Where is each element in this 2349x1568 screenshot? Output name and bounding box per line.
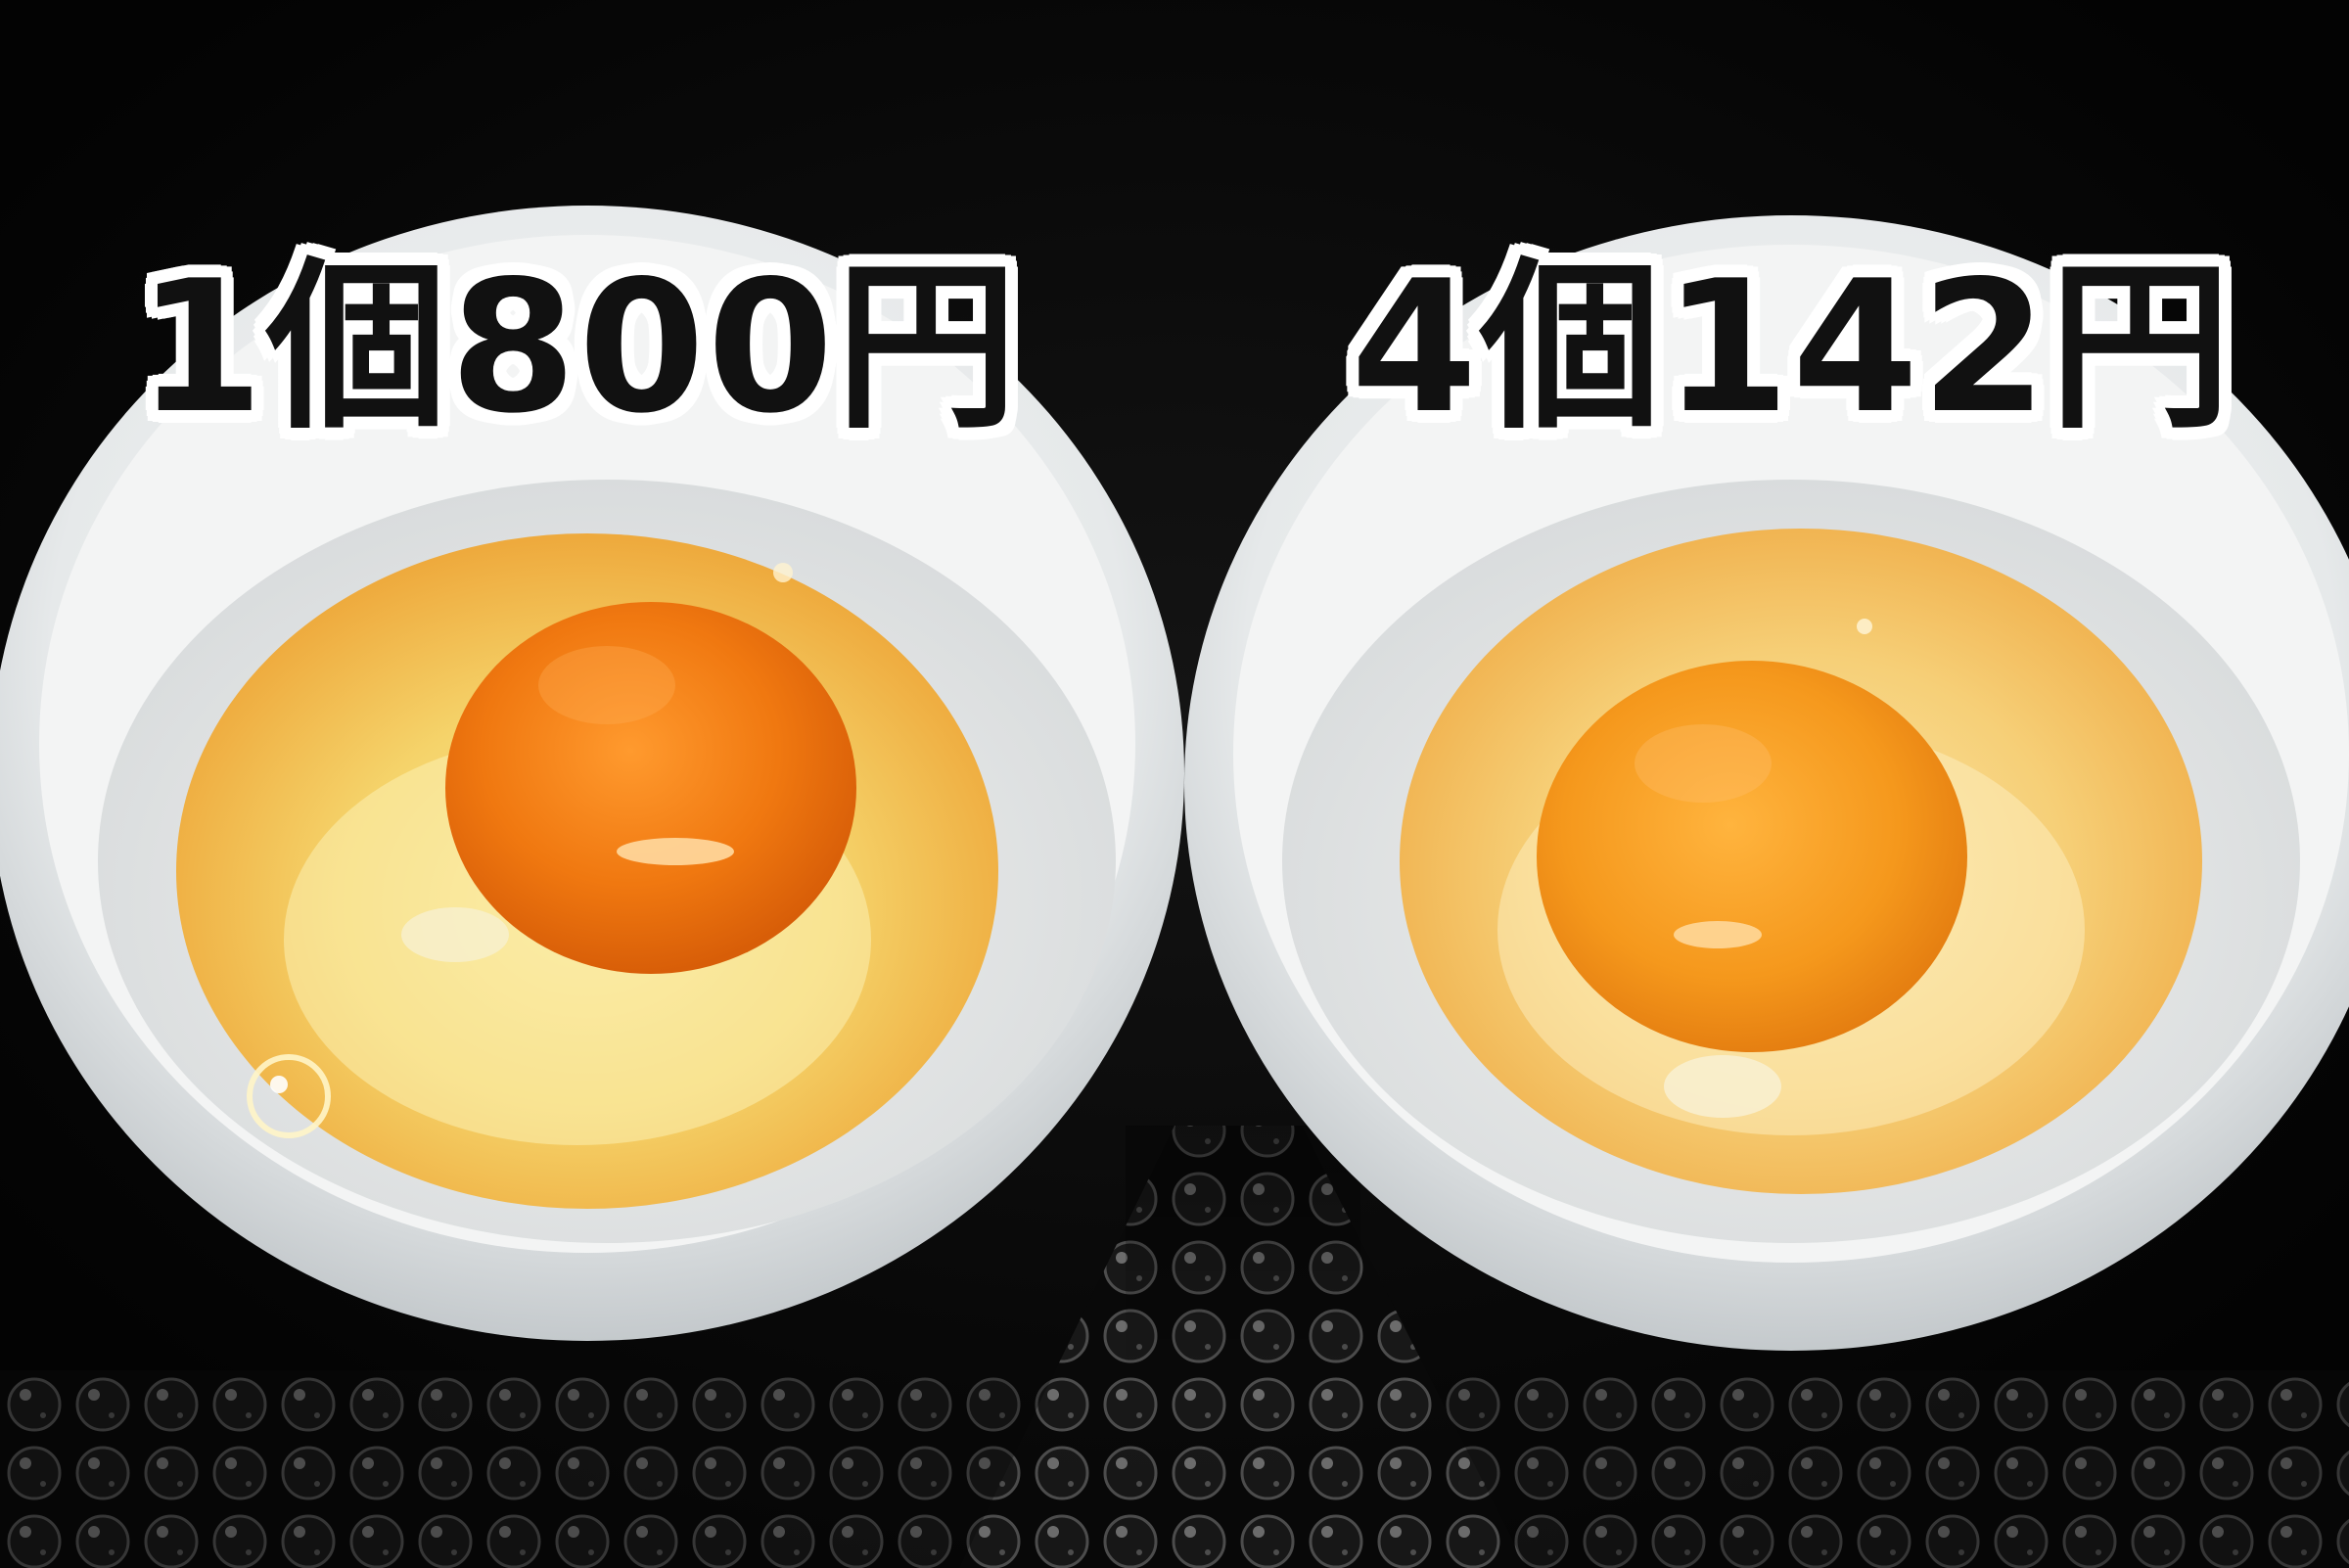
left-price-label: 1個800円 <box>137 241 1020 453</box>
egg-comparison-photo <box>0 0 2349 1568</box>
right-price-label: 4個142円 <box>1351 241 2234 453</box>
right-egg-yolk <box>1537 661 1967 1052</box>
photo-stage: 1個800円 4個142円 <box>0 0 2349 1568</box>
